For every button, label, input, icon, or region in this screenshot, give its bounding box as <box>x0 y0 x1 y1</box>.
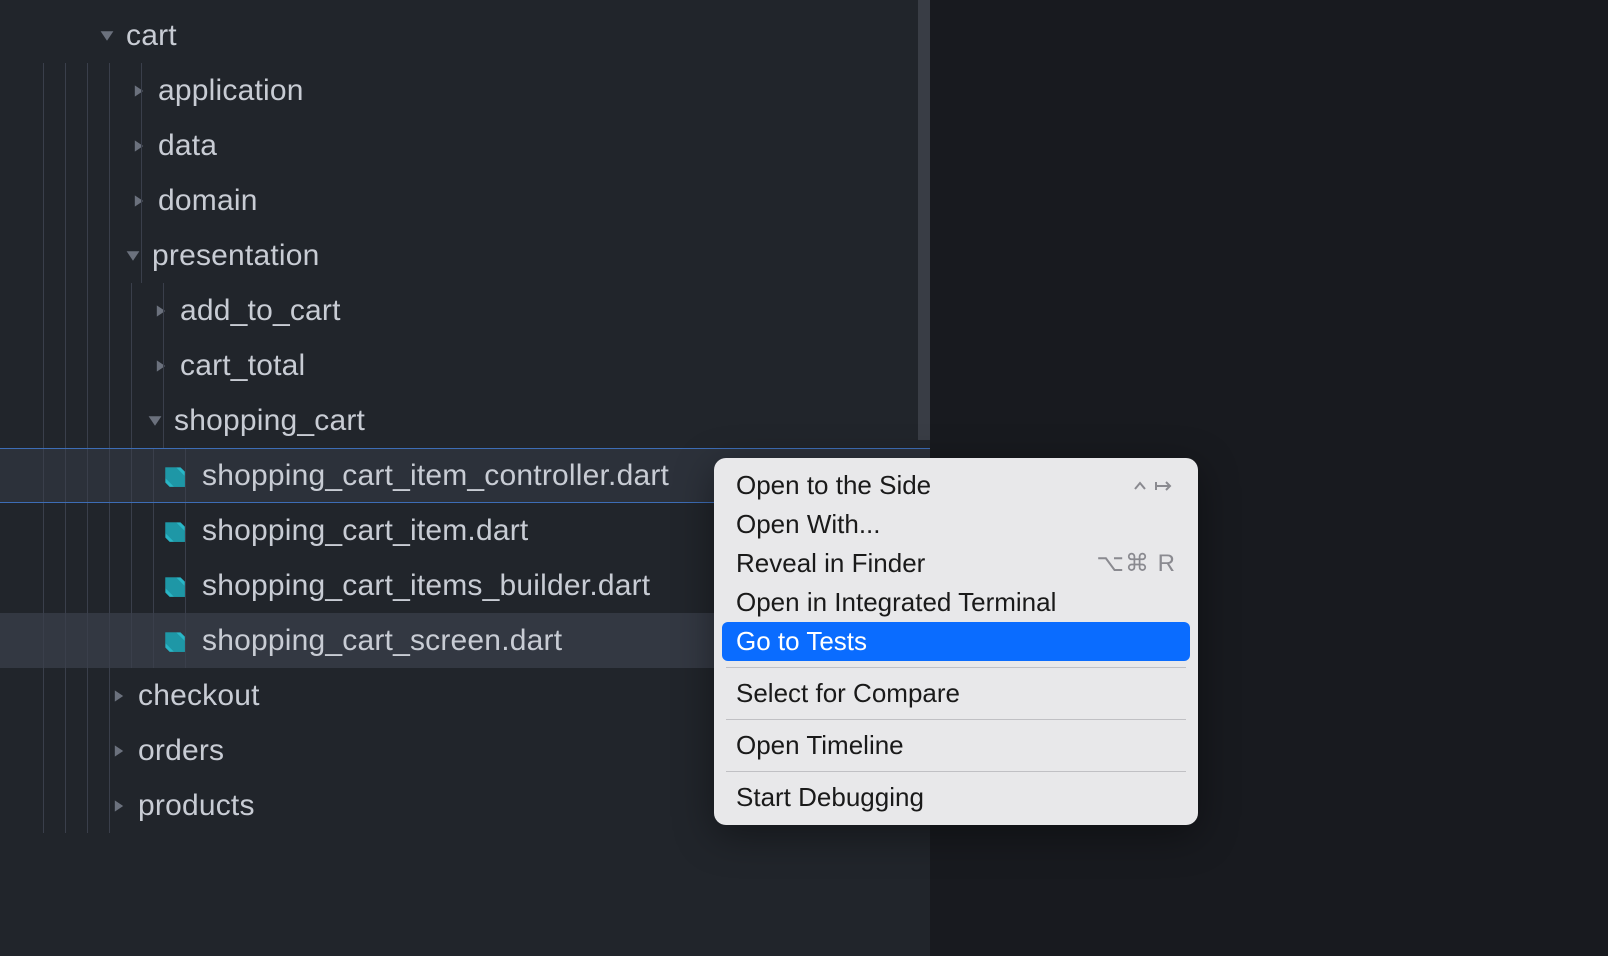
folder-shopping-cart[interactable]: shopping_cart <box>0 393 930 448</box>
file-label: shopping_cart_item.dart <box>202 514 528 548</box>
folder-label: add_to_cart <box>180 294 341 328</box>
menu-go-to-tests[interactable]: Go to Tests <box>722 622 1190 661</box>
chevron-right-icon <box>110 687 128 705</box>
folder-label: data <box>158 129 217 163</box>
scrollbar-thumb[interactable] <box>918 0 930 440</box>
folder-add-to-cart[interactable]: add_to_cart <box>0 283 930 338</box>
folder-label: cart_total <box>180 349 305 383</box>
menu-label: Start Debugging <box>736 782 924 813</box>
open-side-shortcut-icons <box>1132 479 1176 493</box>
menu-label: Open to the Side <box>736 470 931 501</box>
folder-label: shopping_cart <box>174 404 365 438</box>
menu-reveal-in-finder[interactable]: Reveal in Finder ⌥⌘ R <box>722 544 1190 583</box>
folder-data[interactable]: data <box>0 118 930 173</box>
menu-open-to-side[interactable]: Open to the Side <box>722 466 1190 505</box>
menu-label: Reveal in Finder <box>736 548 925 579</box>
menu-select-for-compare[interactable]: Select for Compare <box>722 674 1190 713</box>
folder-label: application <box>158 74 304 108</box>
menu-separator <box>726 771 1186 772</box>
file-label: shopping_cart_item_controller.dart <box>202 459 669 493</box>
folder-domain[interactable]: domain <box>0 173 930 228</box>
menu-start-debugging[interactable]: Start Debugging <box>722 778 1190 817</box>
menu-open-with[interactable]: Open With... <box>722 505 1190 544</box>
menu-label: Select for Compare <box>736 678 960 709</box>
context-menu: Open to the Side Open With... Reveal in … <box>714 458 1198 825</box>
menu-label: Open With... <box>736 509 881 540</box>
folder-application[interactable]: application <box>0 63 930 118</box>
folder-label: domain <box>158 184 258 218</box>
chevron-right-icon <box>110 742 128 760</box>
menu-label: Open in Integrated Terminal <box>736 587 1056 618</box>
folder-label: presentation <box>152 239 320 273</box>
menu-label: Open Timeline <box>736 730 904 761</box>
folder-cart[interactable]: cart <box>0 8 930 63</box>
folder-label: checkout <box>138 679 260 713</box>
menu-open-timeline[interactable]: Open Timeline <box>722 726 1190 765</box>
folder-label: products <box>138 789 255 823</box>
file-label: shopping_cart_items_builder.dart <box>202 569 650 603</box>
menu-shortcut: ⌥⌘ R <box>1096 549 1176 578</box>
menu-open-integrated-terminal[interactable]: Open in Integrated Terminal <box>722 583 1190 622</box>
chevron-down-icon <box>98 27 116 45</box>
menu-separator <box>726 719 1186 720</box>
menu-label: Go to Tests <box>736 626 867 657</box>
menu-separator <box>726 667 1186 668</box>
folder-cart-total[interactable]: cart_total <box>0 338 930 393</box>
folder-label: cart <box>126 19 177 53</box>
folder-label: orders <box>138 734 224 768</box>
file-label: shopping_cart_screen.dart <box>202 624 562 658</box>
chevron-right-icon <box>110 797 128 815</box>
folder-presentation[interactable]: presentation <box>0 228 930 283</box>
